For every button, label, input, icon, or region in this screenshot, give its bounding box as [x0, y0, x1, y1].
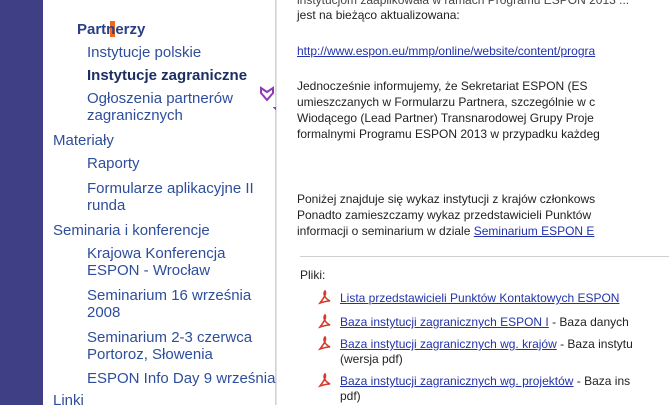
content-text-line: instytucjom zaaplikowała w ramach Progra…: [297, 0, 630, 7]
pdf-icon: [318, 314, 331, 329]
sidebar-item-espon-info-day[interactable]: ESPON Info Day 9 września: [87, 370, 275, 387]
sidebar-item-partnerzy[interactable]: Partnerzy: [77, 21, 145, 38]
content-paragraph-line: umieszczanych w Formularzu Partnera, szc…: [297, 95, 596, 109]
file-desc: - Baza ins: [573, 374, 631, 388]
sidebar-item-ogloszenia-line2[interactable]: zagranicznych: [87, 107, 183, 124]
divider: [300, 256, 669, 257]
sidebar-item-seminaria[interactable]: Seminaria i konferencje: [53, 222, 210, 239]
content-paragraph-line: Poniżej znajduje się wykaz instytucji z …: [297, 192, 596, 206]
pdf-icon: [318, 373, 331, 388]
content-text: informacji o seminarium w dziale: [297, 224, 474, 238]
file-link[interactable]: Baza instytucji zagranicznych wg. projek…: [340, 374, 573, 388]
pdf-icon: [318, 290, 331, 305]
sidebar-item-linki[interactable]: Linki: [53, 392, 84, 409]
seminarium-link[interactable]: Seminarium ESPON E: [474, 224, 595, 238]
sidebar-item-krajowa-konferencja-line2[interactable]: ESPON - Wrocław: [87, 262, 210, 279]
file-link[interactable]: Baza instytucji zagranicznych ESPON I: [340, 315, 549, 329]
content-paragraph-line: informacji o seminarium w dziale Seminar…: [297, 224, 594, 239]
espon-url-link[interactable]: http://www.espon.eu/mmp/online/website/c…: [297, 44, 595, 59]
file-item: Baza instytucji zagranicznych wg. projek…: [340, 374, 630, 389]
left-color-bar: [0, 0, 43, 405]
pdf-icon: [318, 336, 331, 351]
sidebar-item-formularze-line2[interactable]: runda: [87, 197, 125, 214]
sidebar-item-seminarium-2-3[interactable]: Seminarium 2-3 czerwca: [87, 329, 252, 346]
sidebar-item-formularze[interactable]: Formularze aplikacyjne II: [87, 180, 254, 197]
sidebar-item-seminarium-2-3-line2[interactable]: Portoroz, Słowenia: [87, 346, 213, 363]
file-desc: - Baza instytu: [556, 337, 633, 351]
content-paragraph-line: formalnymi Programu ESPON 2013 w przypad…: [297, 127, 600, 141]
content-paragraph-line: Jednocześnie informujemy, że Sekretariat…: [297, 79, 588, 93]
file-item: Lista przedstawicieli Punktów Kontaktowy…: [340, 291, 619, 306]
sidebar-item-instytucje-zagraniczne[interactable]: Instytucje zagraniczne: [87, 67, 247, 84]
file-desc: - Baza danych: [548, 315, 629, 329]
file-item: Baza instytucji zagranicznych ESPON I - …: [340, 315, 629, 330]
file-desc-line2: pdf): [340, 389, 361, 403]
sidebar-item-materialy[interactable]: Materiały: [53, 132, 114, 149]
file-link[interactable]: Baza instytucji zagranicznych wg. krajów: [340, 337, 557, 351]
file-desc-line2: (wersja pdf): [340, 352, 403, 366]
sidebar-item-instytucje-polskie[interactable]: Instytucje polskie: [87, 44, 201, 61]
sidebar-item-krajowa-konferencja[interactable]: Krajowa Konferencja: [87, 245, 225, 262]
content-paragraph-line: Ponadto zamieszczamy wykaz przedstawicie…: [297, 208, 592, 222]
content-text-line: jest na bieżąco aktualizowana:: [297, 8, 460, 22]
content-paragraph-line: Wiodącego (Lead Partner) Transnarodowej …: [297, 111, 594, 125]
file-link[interactable]: Lista przedstawicieli Punktów Kontaktowy…: [340, 291, 619, 305]
sidebar-item-seminarium-16-line2[interactable]: 2008: [87, 304, 120, 321]
sidebar-item-seminarium-16[interactable]: Seminarium 16 września: [87, 287, 251, 304]
file-item: Baza instytucji zagranicznych wg. krajów…: [340, 337, 633, 352]
sidebar-item-ogloszenia[interactable]: Ogłoszenia partnerów: [87, 90, 233, 107]
files-label: Pliki:: [300, 268, 326, 282]
sidebar-item-raporty[interactable]: Raporty: [87, 155, 140, 172]
